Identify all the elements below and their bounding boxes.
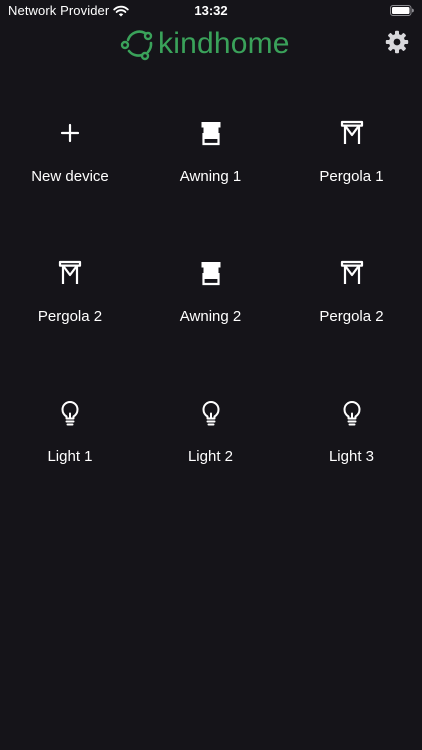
device-grid: New device Awning 1 Pergola 1 Pergola 2 … [0,118,422,538]
device-label: Pergola 2 [37,308,103,325]
device-tile[interactable]: Light 3 [281,398,422,538]
pergola-icon [55,258,85,288]
pergola-icon [337,118,367,148]
status-bar: Network Provider 13:32 [0,0,422,22]
device-label: New device [31,168,109,185]
device-label: Light 1 [47,448,93,465]
device-tile[interactable]: Pergola 2 [281,258,422,398]
lightbulb-icon [337,398,367,428]
device-tile[interactable]: Pergola 2 [0,258,140,398]
device-tile[interactable]: Pergola 1 [281,118,422,258]
device-tile[interactable]: Light 2 [140,398,281,538]
device-label: Awning 1 [179,168,242,185]
lightbulb-icon [196,398,226,428]
device-label: Pergola 2 [319,308,384,325]
logo-text: kindhome [158,27,290,60]
kindhome-logo: kindhome [118,24,290,64]
device-label: Light 2 [187,448,234,465]
settings-gear-icon[interactable] [385,30,409,54]
pergola-icon [337,258,367,288]
logo-mark-icon [120,30,153,61]
app-header: kindhome [0,22,422,66]
device-label: Awning 2 [179,308,242,325]
device-tile[interactable]: Awning 2 [140,258,281,398]
battery-icon [390,5,414,16]
device-label: Light 3 [328,448,375,465]
device-tile[interactable]: Light 1 [0,398,140,538]
plus-icon [55,118,85,148]
status-time: 13:32 [194,3,228,18]
lightbulb-icon [55,398,85,428]
awning-icon [196,258,226,288]
device-tile[interactable]: Awning 1 [140,118,281,258]
device-tile[interactable]: New device [0,118,140,258]
awning-icon [196,118,226,148]
device-label: Pergola 1 [319,168,384,185]
